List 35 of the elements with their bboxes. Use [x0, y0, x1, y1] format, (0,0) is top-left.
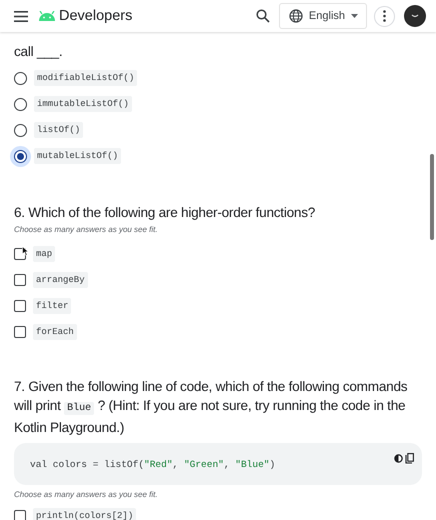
option-label[interactable]: filter — [33, 298, 72, 314]
option-label[interactable]: println(colors[2]) — [33, 508, 136, 520]
option-label[interactable]: listOf() — [34, 122, 84, 138]
checkbox[interactable] — [14, 300, 26, 312]
checkbox[interactable] — [14, 326, 26, 338]
option-label[interactable]: mutableListOf() — [34, 148, 122, 164]
language-button[interactable]: English — [278, 3, 367, 29]
option-label[interactable]: map — [33, 246, 56, 262]
checkbox[interactable] — [14, 274, 26, 286]
radio-button[interactable] — [14, 72, 27, 84]
hint-text: Choose as many answers as you see fit. — [14, 490, 159, 499]
hint-text: Choose as many answers as you see fit. — [14, 225, 159, 234]
option-label[interactable]: immutableListOf() — [34, 96, 132, 112]
radio-button[interactable] — [14, 124, 27, 136]
brand-name[interactable]: Developers — [59, 8, 132, 24]
question-text: call ___. — [14, 43, 64, 61]
more-icon — [383, 10, 386, 22]
cursor-icon — [22, 246, 29, 256]
option-label[interactable]: arrangeBy — [33, 272, 88, 288]
menu-icon[interactable] — [14, 10, 28, 22]
radio-button[interactable] — [14, 98, 27, 110]
theme-toggle-icon[interactable] — [394, 454, 403, 463]
option-label[interactable]: forEach — [33, 324, 77, 340]
code-line: val colors = listOf("Red", "Green", "Blue") — [30, 458, 276, 470]
more-button[interactable] — [374, 6, 395, 26]
option-label[interactable]: modifiableListOf() — [34, 70, 138, 86]
checkbox[interactable] — [14, 510, 26, 520]
question-text: 6. Which of the following are higher-order functions? — [14, 204, 316, 222]
globe-icon — [288, 9, 303, 23]
avatar-icon[interactable] — [404, 5, 426, 27]
caret-icon — [351, 14, 358, 18]
copy-icon[interactable] — [405, 453, 414, 464]
scrollbar-thumb[interactable] — [430, 154, 434, 240]
question-text: 7. Given the following line of code, which of the following commands will print Blue ? (Hint: If you are not sure, try running the code in the Kotlin Playground.) — [14, 378, 408, 437]
search-icon[interactable] — [256, 9, 270, 23]
